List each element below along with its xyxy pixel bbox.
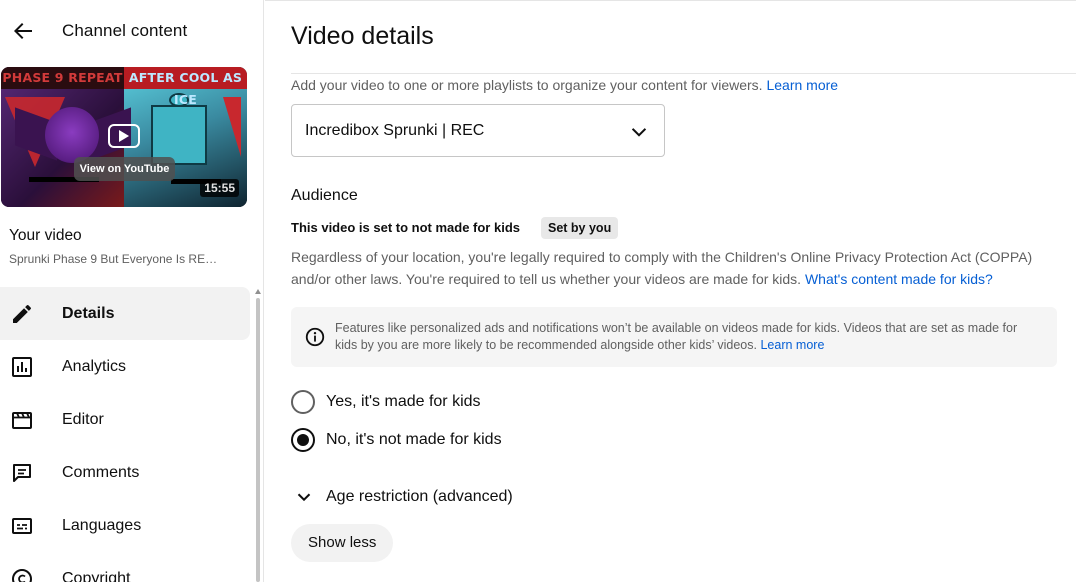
sidebar-item-label: Languages <box>62 516 142 534</box>
sidebar-item-label: Comments <box>62 463 140 481</box>
playlist-dropdown[interactable]: Incredibox Sprunki | REC <box>291 104 665 157</box>
sidebar-item-languages[interactable]: Languages <box>0 499 250 552</box>
sidebar-item-label: Editor <box>62 410 104 428</box>
info-text: Features like personalized ads and notif… <box>335 320 1035 354</box>
thumbnail-character <box>151 105 207 165</box>
page-title: Video details <box>291 22 434 50</box>
learn-more-link[interactable]: Learn more <box>766 77 838 93</box>
duration-badge: 15:55 <box>200 179 239 197</box>
sidebar-scrollbar[interactable] <box>256 298 260 582</box>
thumbnail-banner-left: PHASE 9 REPEAT <box>1 67 124 89</box>
comment-icon <box>9 460 35 486</box>
analytics-icon <box>9 354 35 380</box>
playlist-description-text: Add your video to one or more playlists … <box>291 77 763 93</box>
radio-made-for-kids-no[interactable]: No, it's not made for kids <box>291 425 502 455</box>
video-thumbnail[interactable]: PHASE 9 REPEAT AFTER COOL AS ICE View on… <box>1 67 247 207</box>
video-title: Sprunki Phase 9 But Everyone Is RE… <box>9 252 218 266</box>
scroll-up-arrow-icon[interactable] <box>255 289 261 294</box>
divider <box>265 0 1076 1</box>
info-box: Features like personalized ads and notif… <box>291 307 1057 367</box>
set-by-you-badge: Set by you <box>541 217 619 239</box>
sidebar-item-analytics[interactable]: Analytics <box>0 340 250 393</box>
thumbnail-character <box>45 107 99 163</box>
info-learn-more-link[interactable]: Learn more <box>760 338 824 352</box>
age-restriction-toggle[interactable]: Age restriction (advanced) <box>291 484 513 510</box>
sidebar-item-label: Details <box>62 304 115 322</box>
info-text-body: Features like personalized ads and notif… <box>335 321 1018 352</box>
back-button[interactable] <box>6 14 40 48</box>
sidebar-item-label: Analytics <box>62 357 127 375</box>
chevron-down-icon <box>297 493 311 502</box>
play-icon[interactable] <box>108 124 140 148</box>
playlist-selected-value: Incredibox Sprunki | REC <box>305 122 485 139</box>
radio-label: No, it's not made for kids <box>326 431 502 448</box>
sidebar-item-copyright[interactable]: Copyright <box>0 552 250 582</box>
sidebar-title: Channel content <box>62 21 188 40</box>
sidebar-item-label: Copyright <box>62 569 131 582</box>
show-less-button[interactable]: Show less <box>291 524 394 562</box>
radio-made-for-kids-yes[interactable]: Yes, it's made for kids <box>291 387 481 417</box>
chevron-down-icon <box>631 128 647 137</box>
subtitles-icon <box>9 513 35 539</box>
arrow-left-icon <box>14 23 32 39</box>
playlist-description: Add your video to one or more playlists … <box>291 77 838 93</box>
sidebar-header: Channel content <box>0 0 263 64</box>
audience-status: This video is set to not made for kids <box>291 220 520 235</box>
audience-heading: Audience <box>291 187 358 204</box>
radio-button[interactable] <box>291 390 315 414</box>
radio-button[interactable] <box>291 428 315 452</box>
thumbnail-banner-right: AFTER COOL AS ICE <box>124 67 247 107</box>
your-video-label: Your video <box>9 227 82 244</box>
clapperboard-icon <box>9 407 35 433</box>
coppa-notice: Regardless of your location, you're lega… <box>291 246 1051 290</box>
copyright-icon <box>9 566 35 582</box>
pencil-icon <box>9 301 35 327</box>
sidebar-item-editor[interactable]: Editor <box>0 393 250 446</box>
sidebar-nav: Details Analytics Editor Comments Langua… <box>0 287 250 582</box>
sidebar-item-comments[interactable]: Comments <box>0 446 250 499</box>
radio-label: Yes, it's made for kids <box>326 393 481 410</box>
divider <box>291 73 1076 74</box>
main-content: Video details Add your video to one or m… <box>265 0 1076 582</box>
age-restriction-label: Age restriction (advanced) <box>326 488 513 505</box>
sidebar-item-details[interactable]: Details <box>0 287 250 340</box>
made-for-kids-link[interactable]: What's content made for kids? <box>805 271 993 287</box>
info-icon <box>305 327 325 347</box>
thumbnail-decoration <box>223 97 241 157</box>
sidebar: Channel content PHASE 9 REPEAT AFTER COO… <box>0 0 264 582</box>
view-on-youtube-button[interactable]: View on YouTube <box>74 157 175 181</box>
